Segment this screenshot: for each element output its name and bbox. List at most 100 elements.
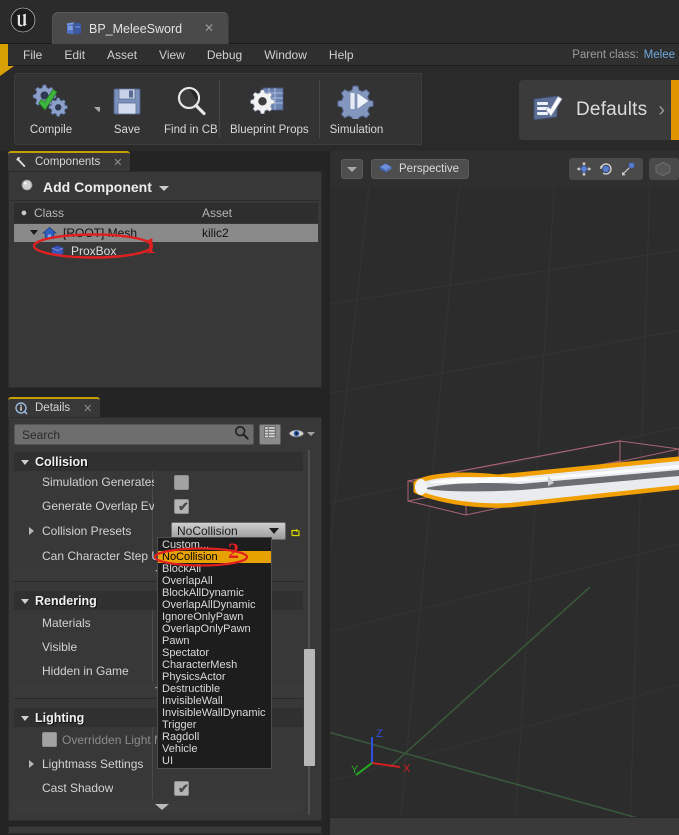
reset-arrow-icon[interactable] (290, 525, 300, 537)
dropdown-option-overlapalldynamic[interactable]: OverlapAllDynamic (158, 599, 271, 611)
simulation-button[interactable]: Simulation (320, 74, 394, 144)
toolbar-group-file: Save Find in CB (100, 73, 220, 145)
editor-tab-bp-meleesword[interactable]: BP_MeleeSword ✕ (52, 12, 229, 44)
rotate-gizmo-icon[interactable] (595, 159, 617, 179)
dropdown-option-ui[interactable]: UI (158, 755, 271, 767)
dropdown-option-vehicle[interactable]: Vehicle (158, 743, 271, 755)
property-label: Cast Shadow (42, 781, 114, 795)
svg-text:Y: Y (351, 764, 359, 776)
chevron-right-icon: › (658, 98, 665, 121)
dropdown-option-invisiblewall[interactable]: InvisibleWall (158, 695, 271, 707)
viewport-axis-gizmo: Z X Y (350, 721, 420, 781)
close-icon[interactable]: ✕ (202, 21, 216, 35)
svg-text:Z: Z (376, 728, 383, 740)
svg-text:X: X (403, 763, 411, 775)
visibility-options-button[interactable] (287, 424, 305, 445)
expand-arrow-icon[interactable] (30, 230, 38, 239)
property-label: Collision Presets (42, 524, 132, 538)
add-component-button[interactable]: Add Component (10, 173, 322, 201)
viewport-3d-scene[interactable]: Z X Y (330, 187, 679, 817)
parent-class-link[interactable]: Melee (643, 44, 675, 67)
toolbar-accent-corner (0, 66, 14, 76)
simulation-label: Simulation (329, 124, 384, 136)
property-label: Hidden in Game (42, 664, 129, 678)
dropdown-option-blockall[interactable]: BlockAll (158, 563, 271, 575)
find-in-cb-button[interactable]: Find in CB (154, 74, 228, 144)
tab-details[interactable]: Details ✕ (8, 397, 101, 417)
category-title: Collision (35, 454, 88, 469)
dropdown-option-ragdoll[interactable]: Ragdoll (158, 731, 271, 743)
camera-cube-icon (378, 160, 393, 178)
components-tabbar: Components ✕ (0, 151, 330, 171)
cast-shadow-checkbox[interactable]: ✔ (174, 781, 189, 796)
toolbar-group-blueprint: Blueprint Props Simulation (219, 73, 422, 145)
title-bar: BP_MeleeSword ✕ (0, 0, 679, 44)
search-input[interactable]: Search (14, 424, 254, 445)
dropdown-option-overlaponlypawn[interactable]: OverlapOnlyPawn (158, 623, 271, 635)
collapse-arrow-icon (155, 804, 169, 810)
collision-presets-value: NoCollision (177, 524, 238, 538)
annotation-number-2: 2 (228, 538, 239, 563)
dropdown-option-charactermesh[interactable]: CharacterMesh (158, 659, 271, 671)
scale-gizmo-icon[interactable] (617, 159, 639, 179)
collision-presets-dropdown[interactable]: Custom... NoCollision BlockAll OverlapAll Bl… (157, 537, 272, 769)
column-header-asset: Asset (202, 206, 233, 220)
viewport-gizmo-buttons (569, 158, 643, 180)
grid-view-toggle-button[interactable] (259, 424, 281, 445)
blueprint-props-button[interactable]: Blueprint Props (220, 74, 319, 144)
expand-arrow-icon[interactable] (29, 760, 34, 768)
dropdown-option-ignoreonlypawn[interactable]: IgnoreOnlyPawn (158, 611, 271, 623)
viewport-options-button[interactable] (341, 159, 363, 179)
details-scrollbar-thumb[interactable] (304, 649, 315, 766)
menu-item-debug[interactable]: Debug (196, 44, 253, 66)
details-bottom-strip (8, 826, 322, 834)
defaults-checklist-icon (531, 93, 565, 128)
simulation-generates-hit-events-checkbox[interactable] (174, 475, 189, 490)
lighting-collapse-strip[interactable] (14, 801, 303, 813)
dropdown-option-custom[interactable]: Custom... (158, 539, 271, 551)
dropdown-option-pawn[interactable]: Pawn (158, 635, 271, 647)
category-header-collision[interactable]: Collision (14, 452, 303, 471)
tab-components[interactable]: Components ✕ (8, 151, 131, 171)
dropdown-option-spectator[interactable]: Spectator (158, 647, 271, 659)
property-row-generate-overlap: Generate Overlap Even ✔ (14, 496, 303, 516)
components-proxbox-row[interactable]: ProxBox (14, 242, 318, 260)
dropdown-option-trigger[interactable]: Trigger (158, 719, 271, 731)
menu-item-help[interactable]: Help (318, 44, 365, 66)
expand-arrow-icon[interactable] (29, 527, 34, 535)
chevron-down-icon[interactable] (307, 432, 315, 436)
save-label: Save (113, 124, 141, 136)
unreal-engine-logo-icon (8, 6, 38, 36)
menu-item-asset[interactable]: Asset (96, 44, 148, 66)
components-root-mesh-row[interactable]: [ROOT] Mesh kilic2 (14, 224, 318, 242)
mesh-home-icon (42, 226, 58, 241)
dropdown-option-overlapall[interactable]: OverlapAll (158, 575, 271, 587)
dropdown-option-physicsactor[interactable]: PhysicsActor (158, 671, 271, 683)
add-component-sphere-icon (20, 177, 36, 196)
viewport-perspective-button[interactable]: Perspective (371, 159, 470, 179)
menu-item-edit[interactable]: Edit (53, 44, 96, 66)
chevron-down-icon (347, 166, 357, 172)
menu-item-view[interactable]: View (148, 44, 196, 66)
expand-arrow-icon (21, 599, 29, 604)
property-label: Simulation Generates I (42, 475, 154, 489)
menu-item-file[interactable]: File (12, 44, 53, 66)
defaults-button[interactable]: Defaults › (519, 80, 677, 140)
dropdown-option-blockalldynamic[interactable]: BlockAllDynamic (158, 587, 271, 599)
close-icon[interactable]: ✕ (83, 402, 92, 415)
translate-gizmo-icon[interactable] (573, 159, 595, 179)
close-icon[interactable]: ✕ (113, 156, 122, 169)
dropdown-option-invisiblewalldynamic[interactable]: InvisibleWallDynamic (158, 707, 271, 719)
dropdown-nocollision-option[interactable]: NoCollision (158, 551, 271, 563)
viewport-extra-options[interactable] (649, 158, 679, 180)
parent-class-label: Parent class: (572, 49, 639, 61)
property-row-cast-shadow: Cast Shadow ✔ (14, 778, 303, 798)
floppy-disk-icon (110, 80, 144, 122)
overridden-light-map-checkbox[interactable] (42, 732, 57, 747)
menu-item-window[interactable]: Window (253, 44, 318, 66)
property-label: Visible (42, 640, 78, 654)
compile-button[interactable]: Compile (15, 74, 87, 144)
dropdown-option-destructible[interactable]: Destructible (158, 683, 271, 695)
generate-overlap-events-checkbox[interactable]: ✔ (174, 499, 189, 514)
save-button[interactable]: Save (100, 74, 154, 144)
